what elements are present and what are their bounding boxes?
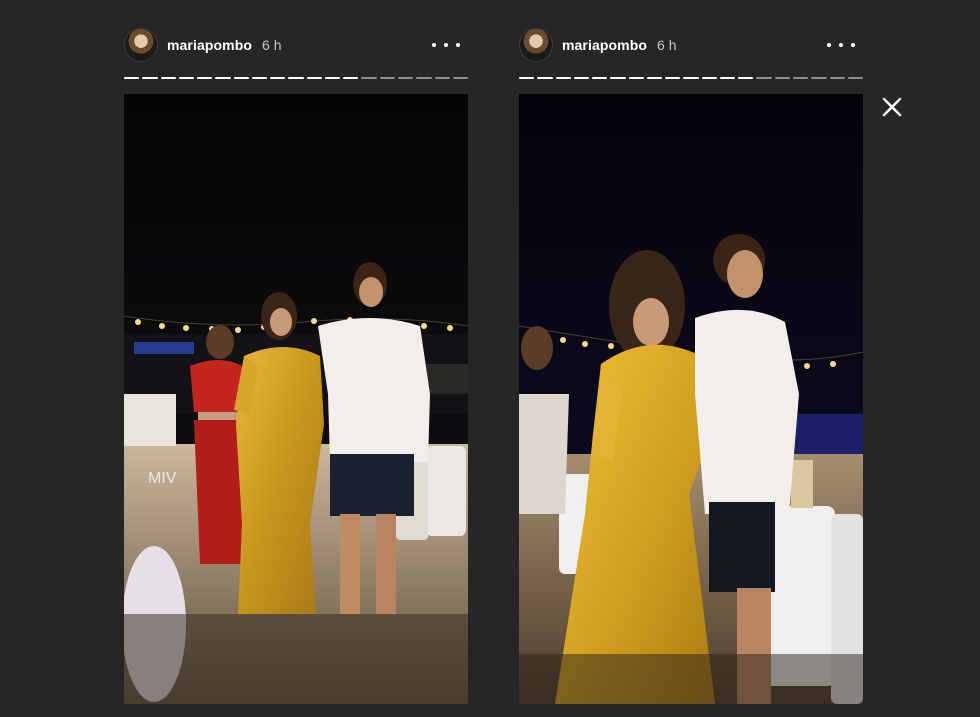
story-media[interactable]: MIV xyxy=(124,94,468,704)
progress-segment xyxy=(324,77,341,79)
progress-segment xyxy=(233,77,249,79)
story-photo xyxy=(519,94,863,704)
progress-segment xyxy=(683,77,699,79)
story-card-2[interactable]: mariapombo 6 h xyxy=(519,0,864,717)
progress-segment xyxy=(124,77,140,79)
progress-segment xyxy=(829,77,845,79)
close-icon-glyph xyxy=(882,97,902,117)
story-card-1[interactable]: mariapombo 6 h MIV xyxy=(124,0,469,717)
progress-segment xyxy=(738,77,754,79)
progress-segment xyxy=(343,77,359,79)
progress-segment xyxy=(306,77,322,79)
progress-segment xyxy=(792,77,809,79)
progress-segment xyxy=(397,77,414,79)
progress-segment xyxy=(719,77,736,79)
progress-segment xyxy=(756,77,772,79)
story-photo: MIV xyxy=(124,94,468,704)
progress-segment xyxy=(701,77,717,79)
progress-segment xyxy=(610,77,626,79)
progress-segment xyxy=(646,77,663,79)
progress-segment xyxy=(519,77,535,79)
story-viewer: mariapombo 6 h MIV mariapombo 6 h xyxy=(0,0,980,717)
progress-segment xyxy=(379,77,395,79)
progress-segment xyxy=(811,77,827,79)
story-progress-bar xyxy=(519,77,864,80)
progress-segment xyxy=(270,77,286,79)
username[interactable]: mariapombo xyxy=(167,37,252,53)
progress-segment xyxy=(197,77,213,79)
progress-segment xyxy=(215,77,231,79)
progress-segment xyxy=(288,77,304,79)
progress-segment xyxy=(251,77,268,79)
progress-segment xyxy=(555,77,571,79)
progress-segment xyxy=(665,77,681,79)
progress-segment xyxy=(142,77,158,79)
progress-segment xyxy=(847,77,864,79)
progress-segment xyxy=(452,77,469,79)
progress-segment xyxy=(628,77,644,79)
progress-segment xyxy=(573,77,590,79)
progress-segment xyxy=(537,77,553,79)
story-header: mariapombo 6 h xyxy=(519,28,863,62)
story-progress-bar xyxy=(124,77,469,80)
post-time: 6 h xyxy=(262,37,282,53)
progress-segment xyxy=(592,77,608,79)
post-time: 6 h xyxy=(657,37,677,53)
story-header: mariapombo 6 h xyxy=(124,28,468,62)
media-sign-text: MIV xyxy=(148,470,177,487)
more-options-icon[interactable] xyxy=(827,36,855,54)
username[interactable]: mariapombo xyxy=(562,37,647,53)
progress-segment xyxy=(416,77,432,79)
profile-avatar[interactable] xyxy=(124,28,158,62)
more-options-icon[interactable] xyxy=(432,36,460,54)
close-icon[interactable] xyxy=(880,95,904,119)
profile-avatar[interactable] xyxy=(519,28,553,62)
story-media[interactable] xyxy=(519,94,863,704)
progress-segment xyxy=(361,77,377,79)
progress-segment xyxy=(434,77,450,79)
progress-segment xyxy=(160,77,176,79)
progress-segment xyxy=(774,77,790,79)
progress-segment xyxy=(178,77,195,79)
